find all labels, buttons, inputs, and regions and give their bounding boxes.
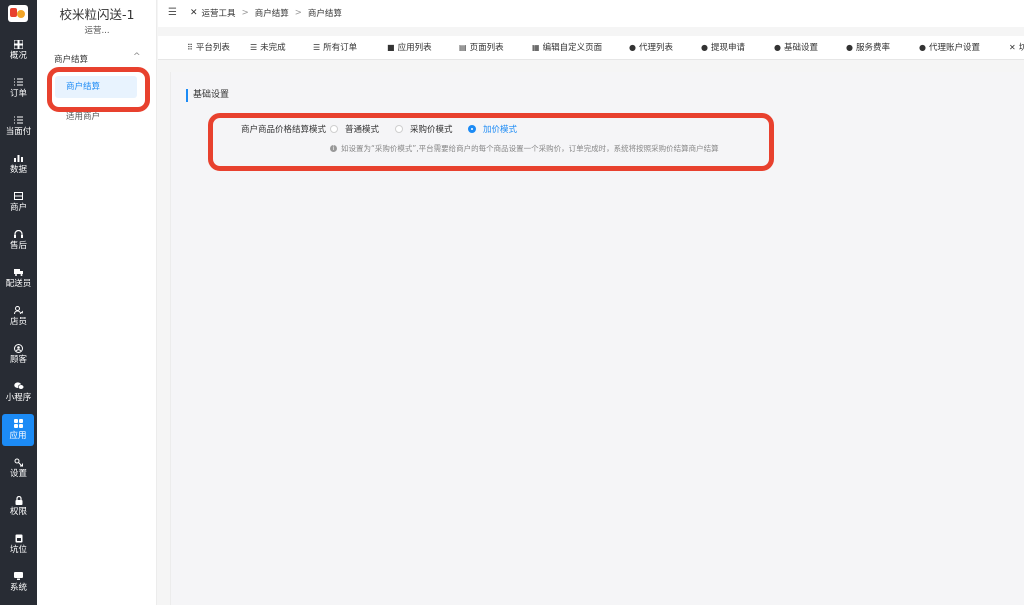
nav-item-settings[interactable]: 设置 [0,455,37,487]
tab-agent-list[interactable]: ● 代理列表 [629,41,673,54]
edit-icon: ▦ [532,42,540,52]
nav-item-label: 商户 [9,203,27,213]
nav-item-data[interactable]: 数据 [0,151,37,183]
breadcrumb-item[interactable]: 商户结算 [255,7,289,19]
tab-agent-account-settings[interactable]: ● 代理账户设置 [919,41,980,54]
users-icon: ● [846,42,853,52]
nav-item-slot[interactable]: 坑位 [0,531,37,563]
breadcrumb-separator: > [294,8,302,18]
nav-item-merchant[interactable]: 商户 [0,189,37,221]
tab-page-list[interactable]: ▤ 页面列表 [459,41,504,54]
nav-item-staff[interactable]: 店员 [0,303,37,335]
wechat-icon [0,380,37,392]
section-title: 基础设置 [186,89,229,102]
nav-item-label: 小程序 [5,393,32,403]
store-icon [0,190,37,202]
nav-item-courier[interactable]: 配送员 [0,265,37,297]
sidebar-group-label[interactable]: 商户结算 [54,53,88,65]
tab-more[interactable]: ✕ 坊 [1009,41,1024,54]
nav-item-label: 当面付 [5,127,32,137]
tab-unfinished[interactable]: ☰ 未完成 [250,41,286,54]
customer-icon [0,342,37,354]
nav-item-orders[interactable]: 订单 [0,75,37,107]
app-logo [8,5,28,22]
nav-item-miniprogram[interactable]: 小程序 [0,379,37,411]
nav-item-aftersale[interactable]: 售后 [0,227,37,259]
chevron-up-icon[interactable]: ^ [133,52,141,62]
nav-item-label: 权限 [9,507,27,517]
tab-basic-settings[interactable]: ● 基础设置 [774,41,818,54]
grid-icon: ⠿ [187,42,193,52]
users-icon: ● [701,42,708,52]
tab-withdraw-request[interactable]: ● 提现申请 [701,41,745,54]
user-role[interactable]: 运营... [37,24,157,36]
nav-item-permission[interactable]: 权限 [0,493,37,525]
tools-icon: ✕ [1009,42,1016,52]
breadcrumb-item: 商户结算 [307,9,342,19]
nav-item-label: 设置 [9,469,27,479]
nav-item-label: 顾客 [9,355,27,365]
nav-item-label: 配送员 [5,279,32,289]
bar-chart-icon [0,152,37,164]
staff-icon [0,304,37,316]
menu-toggle-icon[interactable]: ☰ [168,7,177,18]
list-icon [0,76,37,88]
list-icon: ☰ [313,42,321,52]
page-icon: ▤ [459,42,467,52]
nav-item-label: 售后 [9,241,27,251]
list-icon: ☰ [250,42,258,52]
top-bar: ☰ ✕ 运营工具 > 商户结算 > 商户结算 [158,0,1024,27]
users-icon: ● [774,42,781,52]
settings-icon [0,456,37,468]
tab-service-rate[interactable]: ● 服务费率 [846,41,890,54]
breadcrumb-item[interactable]: 运营工具 [202,7,236,19]
nav-item-label: 店员 [9,317,27,327]
apps-icon [2,417,34,429]
nav-item-label: 系统 [9,583,27,593]
highlight-frame-form [208,113,774,171]
store-name[interactable]: 校米粒闪送-1 [37,4,157,23]
nav-item-overview[interactable]: 概况 [0,37,37,69]
main-nav: 概况 订单 当面付 数据 商户 售后 配送员 店员 顾客 小程序 应用 设置 权… [0,0,37,605]
nav-item-customer[interactable]: 顾客 [0,341,37,373]
highlight-frame-sidebar [47,67,150,112]
system-icon [0,570,37,582]
users-icon: ● [919,42,926,52]
tab-edit-custom-page[interactable]: ▦ 编辑自定义页面 [532,41,602,54]
tab-platform-list[interactable]: ⠿ 平台列表 [187,41,230,54]
nav-item-face-pay[interactable]: 当面付 [0,113,37,145]
nav-item-label: 坑位 [9,545,27,555]
quick-tabs: ⠿ 平台列表 ☰ 未完成 ☰ 所有订单 ■ 应用列表 ▤ 页面列表 ▦ 编辑自定义页面 ● 代… [158,36,1024,60]
nav-item-label: 数据 [9,165,27,175]
lock-icon [0,494,37,506]
tools-icon: ✕ [190,8,198,18]
tab-all-orders[interactable]: ☰ 所有订单 [313,41,357,54]
nav-item-system[interactable]: 系统 [0,569,37,601]
nav-item-label: 概况 [9,51,27,61]
nav-item-apps[interactable]: 应用 [2,414,34,446]
breadcrumb: ✕ 运营工具 > 商户结算 > 商户结算 [190,7,342,19]
nav-item-label: 应用 [9,431,27,441]
nav-item-label: 订单 [9,89,27,99]
users-icon: ● [629,42,636,52]
apps-icon: ■ [387,42,395,52]
tab-app-list[interactable]: ■ 应用列表 [387,41,432,54]
truck-icon [0,266,37,278]
overview-icon [0,38,37,50]
breadcrumb-separator: > [241,8,249,18]
headset-icon [0,228,37,240]
slot-icon [0,532,37,544]
list-icon [0,114,37,126]
